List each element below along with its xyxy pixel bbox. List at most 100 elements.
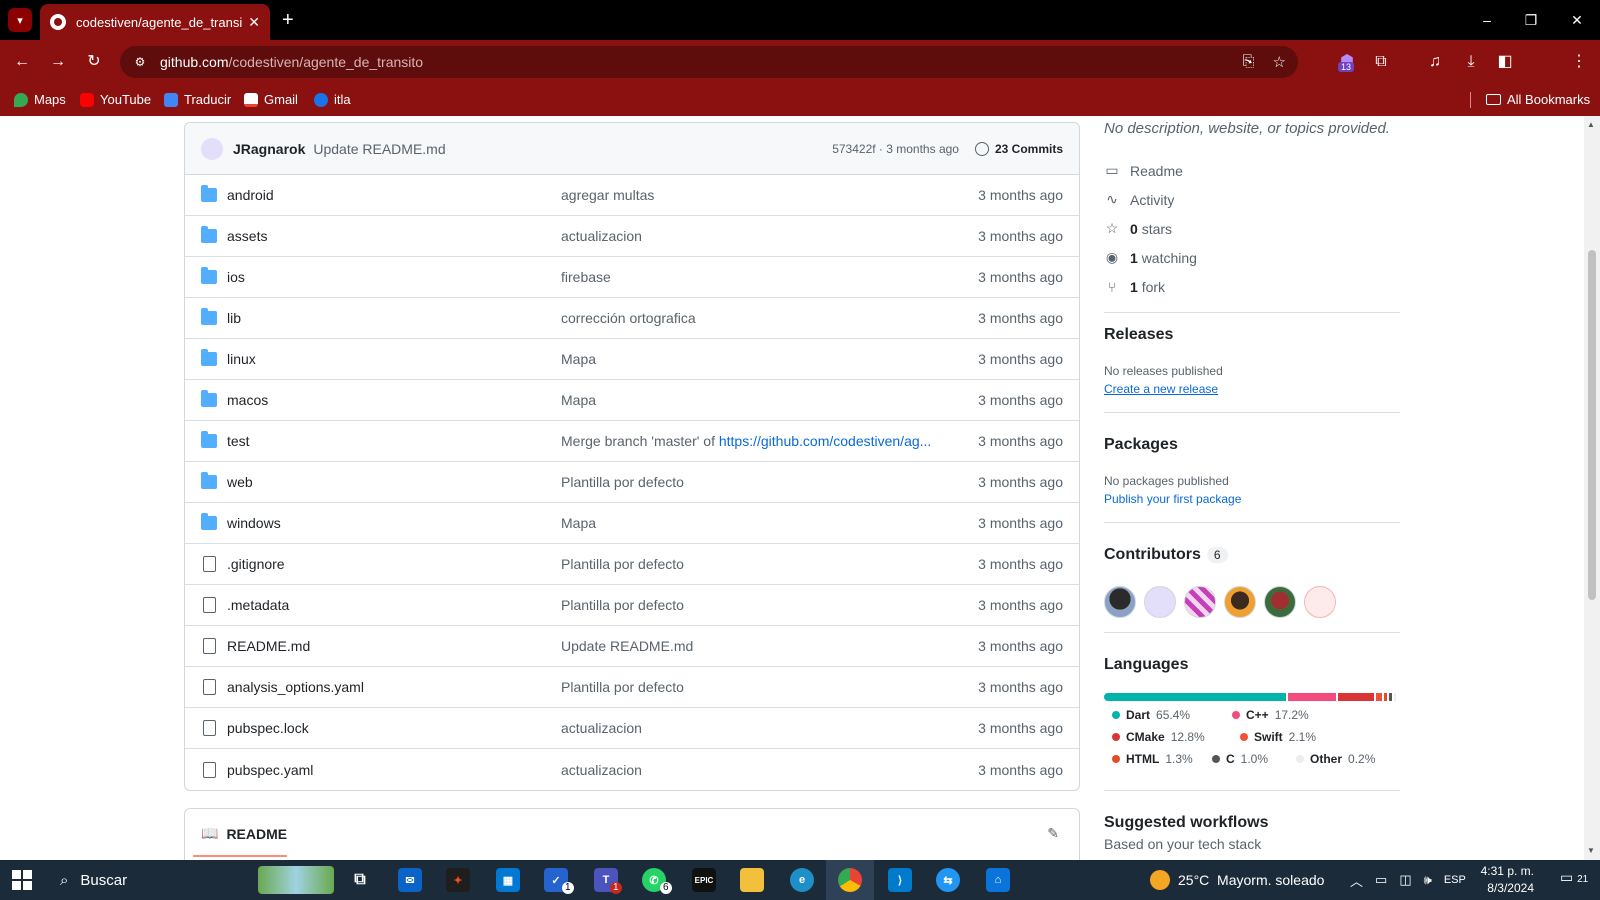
publish-package-link[interactable]: Publish your first package (1104, 492, 1241, 506)
language-item[interactable]: HTML 1.3% (1112, 752, 1193, 766)
reload-button[interactable]: ↻ (82, 52, 106, 72)
app-icon[interactable]: ⌂ (986, 868, 1010, 892)
taskbar-clock[interactable]: 4:31 p. m. 8/3/2024 (1470, 863, 1534, 897)
file-row[interactable]: lib corrección ortografica 3 months ago (185, 298, 1079, 339)
file-name[interactable]: linux (227, 351, 561, 367)
readme-tab[interactable]: 📖 README (201, 825, 287, 842)
install-app-icon[interactable]: ⎘ (1243, 53, 1255, 71)
file-row[interactable]: linux Mapa 3 months ago (185, 339, 1079, 380)
file-name[interactable]: .metadata (227, 597, 561, 613)
file-name[interactable]: macos (227, 392, 561, 408)
language-bar-segment[interactable] (1393, 693, 1396, 701)
file-name[interactable]: assets (227, 228, 561, 244)
file-row[interactable]: macos Mapa 3 months ago (185, 380, 1079, 421)
contributor-avatar[interactable] (1104, 586, 1136, 618)
bookmark-gmail[interactable]: Gmail (244, 92, 298, 107)
bookmark-maps[interactable]: Maps (14, 92, 66, 107)
file-name[interactable]: windows (227, 515, 561, 531)
browser-tab[interactable]: codestiven/agente_de_transito ✕ (40, 4, 270, 40)
file-commit-message[interactable]: firebase (561, 269, 978, 285)
back-button[interactable]: ← (10, 52, 34, 72)
language-item[interactable]: Swift 2.1% (1240, 730, 1316, 744)
file-commit-message[interactable]: Mapa (561, 515, 978, 531)
camera-icon[interactable]: ◫ (1399, 872, 1411, 888)
language-item[interactable]: C++ 17.2% (1232, 708, 1309, 722)
mail-icon[interactable]: ✉ (398, 868, 422, 892)
minimize-button[interactable]: – (1464, 8, 1510, 32)
file-commit-message[interactable]: Plantilla por defecto (561, 679, 978, 695)
scrollbar-thumb[interactable] (1588, 250, 1596, 600)
commit-author[interactable]: JRagnarok (233, 141, 305, 157)
bookmark-itla[interactable]: itla (314, 92, 351, 107)
activity-link[interactable]: ∿ Activity (1104, 185, 1400, 214)
commit-sha-time[interactable]: 573422f · 3 months ago (832, 142, 959, 156)
file-commit-message[interactable]: Update README.md (561, 638, 978, 654)
file-name[interactable]: ios (227, 269, 561, 285)
file-name[interactable]: android (227, 187, 561, 203)
contributor-avatar[interactable] (1184, 586, 1216, 618)
page-scrollbar[interactable]: ▲ ▼ (1584, 116, 1600, 860)
bookmark-star-icon[interactable]: ☆ (1273, 53, 1286, 71)
file-commit-message[interactable]: Mapa (561, 392, 978, 408)
windows-start-button[interactable] (12, 870, 32, 890)
language-bar-segment[interactable] (1375, 693, 1382, 701)
bookmark-youtube[interactable]: YouTube (80, 92, 151, 107)
file-row[interactable]: test Merge branch 'master' of https://git… (185, 421, 1079, 462)
contributor-avatar[interactable] (1144, 586, 1176, 618)
scroll-up-icon[interactable]: ▲ (1587, 120, 1595, 129)
forward-button[interactable]: → (46, 52, 70, 72)
commit-author-avatar[interactable] (201, 137, 223, 160)
file-row[interactable]: ios firebase 3 months ago (185, 257, 1079, 298)
language-item[interactable]: Dart 65.4% (1112, 708, 1190, 722)
tab-search-button[interactable]: ▾ (8, 8, 32, 32)
file-name[interactable]: analysis_options.yaml (227, 679, 561, 695)
file-name[interactable]: test (227, 433, 561, 449)
network-icon[interactable]: ▭ (1375, 872, 1387, 888)
contributors-heading[interactable]: Contributors 6 (1104, 546, 1228, 564)
file-explorer-icon[interactable] (740, 868, 764, 892)
releases-heading[interactable]: Releases (1104, 326, 1173, 344)
scroll-down-icon[interactable]: ▼ (1587, 846, 1595, 855)
contributor-avatar[interactable] (1224, 586, 1256, 618)
pencil-icon[interactable]: ✎ (1047, 825, 1059, 842)
language-bar-segment[interactable] (1338, 693, 1374, 701)
commits-link[interactable]: 23 Commits (974, 141, 1063, 156)
file-row[interactable]: .metadata Plantilla por defecto 3 months a… (185, 585, 1079, 626)
file-commit-message[interactable]: actualizacion (561, 228, 978, 244)
file-name[interactable]: lib (227, 310, 561, 326)
input-language[interactable]: ESP (1444, 874, 1466, 886)
notifications-button[interactable]: ▭ 21 (1560, 869, 1588, 886)
file-name[interactable]: pubspec.lock (227, 720, 561, 736)
commit-message-link[interactable]: https://github.com/codestiven/ag... (719, 433, 931, 449)
task-view-icon[interactable]: ⧉ (348, 868, 372, 892)
file-name[interactable]: web (227, 474, 561, 490)
chrome-icon[interactable] (838, 868, 862, 892)
file-commit-message[interactable]: Plantilla por defecto (561, 556, 978, 572)
volume-icon[interactable]: 🕪 (1424, 872, 1432, 888)
file-row[interactable]: README.md Update README.md 3 months ago (185, 626, 1079, 667)
language-item[interactable]: C 1.0% (1212, 752, 1268, 766)
language-bar-segment[interactable] (1389, 693, 1392, 701)
file-row[interactable]: analysis_options.yaml Plantilla por defec… (185, 667, 1079, 708)
chrome-menu-icon[interactable]: ⋮ (1568, 52, 1590, 72)
file-row[interactable]: web Plantilla por defecto 3 months ago (185, 462, 1079, 503)
epic-games-icon[interactable]: EPIC (692, 868, 716, 892)
address-bar[interactable]: ⚙ github.com/codestiven/agente_de_transi… (120, 46, 1298, 78)
edge-icon[interactable]: e (790, 868, 814, 892)
language-item[interactable]: Other 0.2% (1296, 752, 1375, 766)
language-bar-segment[interactable] (1383, 693, 1388, 701)
language-item[interactable]: CMake 12.8% (1112, 730, 1205, 744)
file-commit-message[interactable]: actualizacion (561, 762, 978, 778)
extensions-puzzle-icon[interactable]: ⧉ (1370, 52, 1392, 72)
readme-link[interactable]: ▭ Readme (1104, 156, 1400, 185)
weather-widget[interactable]: 25°C Mayorm. soleado (1150, 860, 1324, 900)
file-row[interactable]: pubspec.lock actualizacion 3 months ago (185, 708, 1079, 749)
file-name[interactable]: pubspec.yaml (227, 762, 561, 778)
new-tab-button[interactable]: + (282, 8, 294, 32)
file-commit-message[interactable]: corrección ortografica (561, 310, 978, 326)
create-release-link[interactable]: Create a new release (1104, 382, 1218, 396)
file-commit-message[interactable]: Mapa (561, 351, 978, 367)
commit-message[interactable]: Update README.md (313, 141, 445, 157)
file-commit-message[interactable]: actualizacion (561, 720, 978, 736)
close-window-button[interactable]: ✕ (1554, 8, 1600, 32)
